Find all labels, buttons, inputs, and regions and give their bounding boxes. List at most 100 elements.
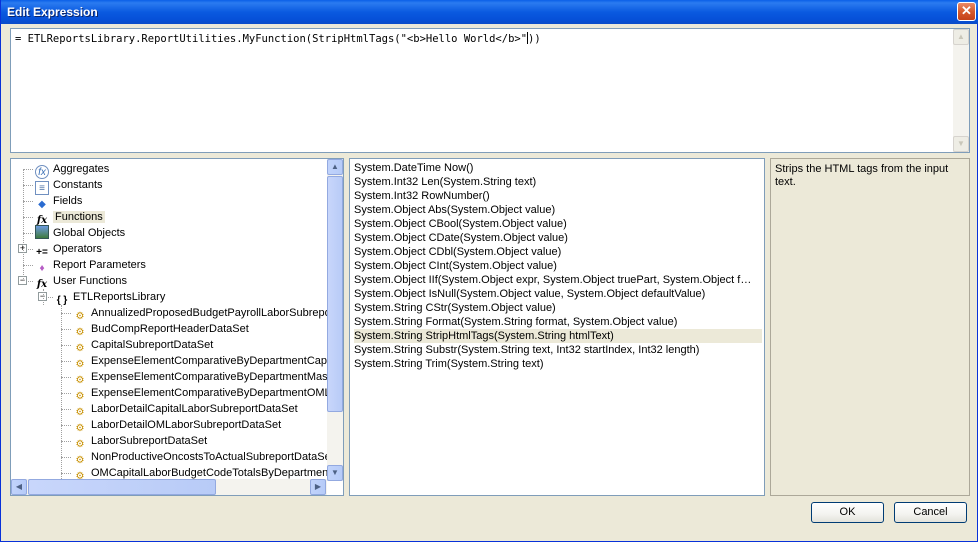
function-list-item[interactable]: System.Object Abs(System.Object value) (354, 203, 762, 217)
tree-connector-line (23, 169, 33, 170)
chevron-down-icon: ▼ (331, 468, 339, 477)
expression-text-before-caret: = ETLReportsLibrary.ReportUtilities.MyFu… (15, 33, 528, 45)
tree-connector-line (43, 289, 44, 305)
tree-item[interactable]: Global Objects (35, 225, 125, 241)
tree-connector-line (61, 377, 71, 378)
tree-item-label: AnnualizedProposedBudgetPayrollLaborSubr… (91, 307, 338, 319)
function-list[interactable]: System.DateTime Now() System.Int32 Len(Sy… (349, 158, 765, 496)
expression-text[interactable]: = ETLReportsLibrary.ReportUtilities.MyFu… (15, 32, 541, 45)
tree-item[interactable]: ⚙ BudCompReportHeaderDataSet (73, 321, 249, 338)
tree-item-label: ExpenseElementComparativeByDepartmentMas… (91, 371, 331, 383)
namespace-braces-icon: { } (56, 295, 68, 306)
tree-item[interactable]: ≡ Constants (35, 177, 103, 195)
tree-item-label: LaborDetailOMLaborSubreportDataSet (91, 419, 282, 431)
tree-item-label: LaborSubreportDataSet (91, 435, 208, 447)
tree-scroll-up-button[interactable]: ▲ (327, 159, 343, 175)
tree-vertical-scroll-thumb[interactable] (327, 176, 343, 412)
tree-connector-line (61, 409, 71, 410)
tree-item[interactable]: ♦ Report Parameters (35, 257, 146, 274)
tree-connector-line (23, 169, 24, 281)
chevron-left-icon: ◀ (15, 482, 23, 491)
function-list-item[interactable]: System.String Substr(System.String text,… (354, 343, 762, 357)
expression-text-after-caret: )) (528, 33, 541, 45)
tree-connector-line (61, 441, 71, 442)
function-list-item[interactable]: System.DateTime Now() (354, 161, 762, 175)
user-functions-icon: fx (36, 279, 48, 290)
function-list-item[interactable]: System.String StripHtmlTags(System.Strin… (354, 329, 762, 343)
tree-item[interactable]: ⚙ LaborSubreportDataSet (73, 433, 208, 450)
tree-item[interactable]: ⚙ ExpenseElementComparativeByDepartmentOM… (73, 385, 337, 402)
function-list-item[interactable]: System.Object IIf(System.Object expr, Sy… (354, 273, 762, 287)
tree-item-label: ExpenseElementComparativeByDepartmentOML… (91, 387, 337, 399)
tree-item-label: Functions (53, 211, 105, 223)
function-list-item[interactable]: System.String Trim(System.String text) (354, 357, 762, 371)
tree-connector-line (61, 361, 71, 362)
chevron-up-icon: ▲ (331, 162, 339, 171)
scroll-down-button[interactable]: ▼ (953, 136, 969, 152)
tree-connector-line (61, 473, 71, 474)
tree-horizontal-scroll-thumb[interactable] (28, 479, 216, 495)
tree-item-label: Global Objects (53, 227, 126, 239)
tree-item[interactable]: fx Functions (35, 209, 105, 226)
edit-expression-dialog: Edit Expression ✕ = ETLReportsLibrary.Re… (0, 0, 978, 542)
tree-connector-line (61, 305, 62, 479)
tree-connector-line (61, 313, 71, 314)
tree-item[interactable]: ⚙ ExpenseElementComparativeByDepartmentMa… (73, 369, 331, 386)
close-button[interactable]: ✕ (957, 2, 976, 21)
tree-item-label: ExpenseElementComparativeByDepartmentCap… (91, 355, 333, 367)
function-list-item[interactable]: System.Object CBool(System.Object value) (354, 217, 762, 231)
tree-item-label: Aggregates (53, 163, 110, 175)
tree-item[interactable]: ◆ Fields (35, 193, 83, 210)
tree-item-label: Fields (53, 195, 83, 207)
tree-connector-line (23, 201, 33, 202)
tree-item[interactable]: += Operators (35, 241, 102, 258)
function-list-item[interactable]: System.Object CInt(System.Object value) (354, 259, 762, 273)
tree-item[interactable]: fx User Functions (35, 273, 127, 290)
tree-item[interactable]: ⚙ LaborDetailOMLaborSubreportDataSet (73, 417, 282, 434)
function-list-item[interactable]: System.Int32 RowNumber() (354, 189, 762, 203)
tree-item[interactable]: { } ETLReportsLibrary (55, 289, 166, 306)
tree-item-label: Report Parameters (53, 259, 146, 271)
tree-item[interactable]: ⚙ LaborDetailCapitalLaborSubreportDataSet (73, 401, 298, 418)
expression-vertical-scrollbar[interactable]: ▲ ▼ (953, 29, 969, 152)
tree-horizontal-scrollbar[interactable]: ◀ ▶ (11, 479, 327, 495)
tree-connector-line (61, 393, 71, 394)
close-icon: ✕ (961, 3, 972, 18)
function-list-item[interactable]: System.String CStr(System.Object value) (354, 301, 762, 315)
expression-editor[interactable]: = ETLReportsLibrary.ReportUtilities.MyFu… (10, 28, 970, 153)
tree-item[interactable]: ⚙ NonProductiveOncostsToActualSubreportDa… (73, 449, 331, 466)
title-bar[interactable]: Edit Expression ✕ (1, 0, 978, 24)
tree-connector-line (23, 217, 33, 218)
chevron-up-icon: ▲ (957, 32, 965, 41)
function-description: Strips the HTML tags from the input text… (775, 163, 949, 188)
tree-connector-line (23, 233, 33, 234)
function-list-item[interactable]: System.Int32 Len(System.String text) (354, 175, 762, 189)
scroll-up-button[interactable]: ▲ (953, 29, 969, 45)
tree-connector-line (61, 457, 71, 458)
dialog-title: Edit Expression (7, 5, 98, 19)
tree-scroll-left-button[interactable]: ◀ (11, 479, 27, 495)
tree-item-label: OMCapitalLaborBudgetCodeTotalsByDepartme… (91, 467, 332, 479)
tree-item[interactable]: ⚙ ExpenseElementComparativeByDepartmentCa… (73, 353, 333, 370)
tree-item-label: Constants (53, 179, 103, 191)
category-tree[interactable]: fx Aggregates ≡ Constants ◆ Fields fx Functions… (10, 158, 344, 496)
function-list-item[interactable]: System.Object CDbl(System.Object value) (354, 245, 762, 259)
function-list-item[interactable]: System.Object IsNull(System.Object value… (354, 287, 762, 301)
tree-vertical-scrollbar[interactable]: ▲ ▼ (327, 159, 343, 481)
tree-item-label: LaborDetailCapitalLaborSubreportDataSet (91, 403, 298, 415)
ok-button[interactable]: OK (811, 502, 884, 523)
tree-item[interactable]: fx Aggregates (35, 161, 110, 179)
tree-connector-line (61, 425, 71, 426)
tree-item[interactable]: ⚙ CapitalSubreportDataSet (73, 337, 214, 354)
function-list-item[interactable]: System.String Format(System.String forma… (354, 315, 762, 329)
function-list-item[interactable]: System.Object CDate(System.Object value) (354, 231, 762, 245)
tree-scroll-right-button[interactable]: ▶ (310, 479, 326, 495)
tree-item-label: CapitalSubreportDataSet (91, 339, 214, 351)
tree-item[interactable]: ⚙ AnnualizedProposedBudgetPayrollLaborSub… (73, 305, 338, 322)
tree-connector-line (23, 185, 33, 186)
tree-scroll-down-button[interactable]: ▼ (327, 465, 343, 481)
tree-item-label: Operators (53, 243, 102, 255)
tree-item-label: User Functions (53, 275, 127, 287)
function-description-panel: Strips the HTML tags from the input text… (770, 158, 970, 496)
cancel-button[interactable]: Cancel (894, 502, 967, 523)
